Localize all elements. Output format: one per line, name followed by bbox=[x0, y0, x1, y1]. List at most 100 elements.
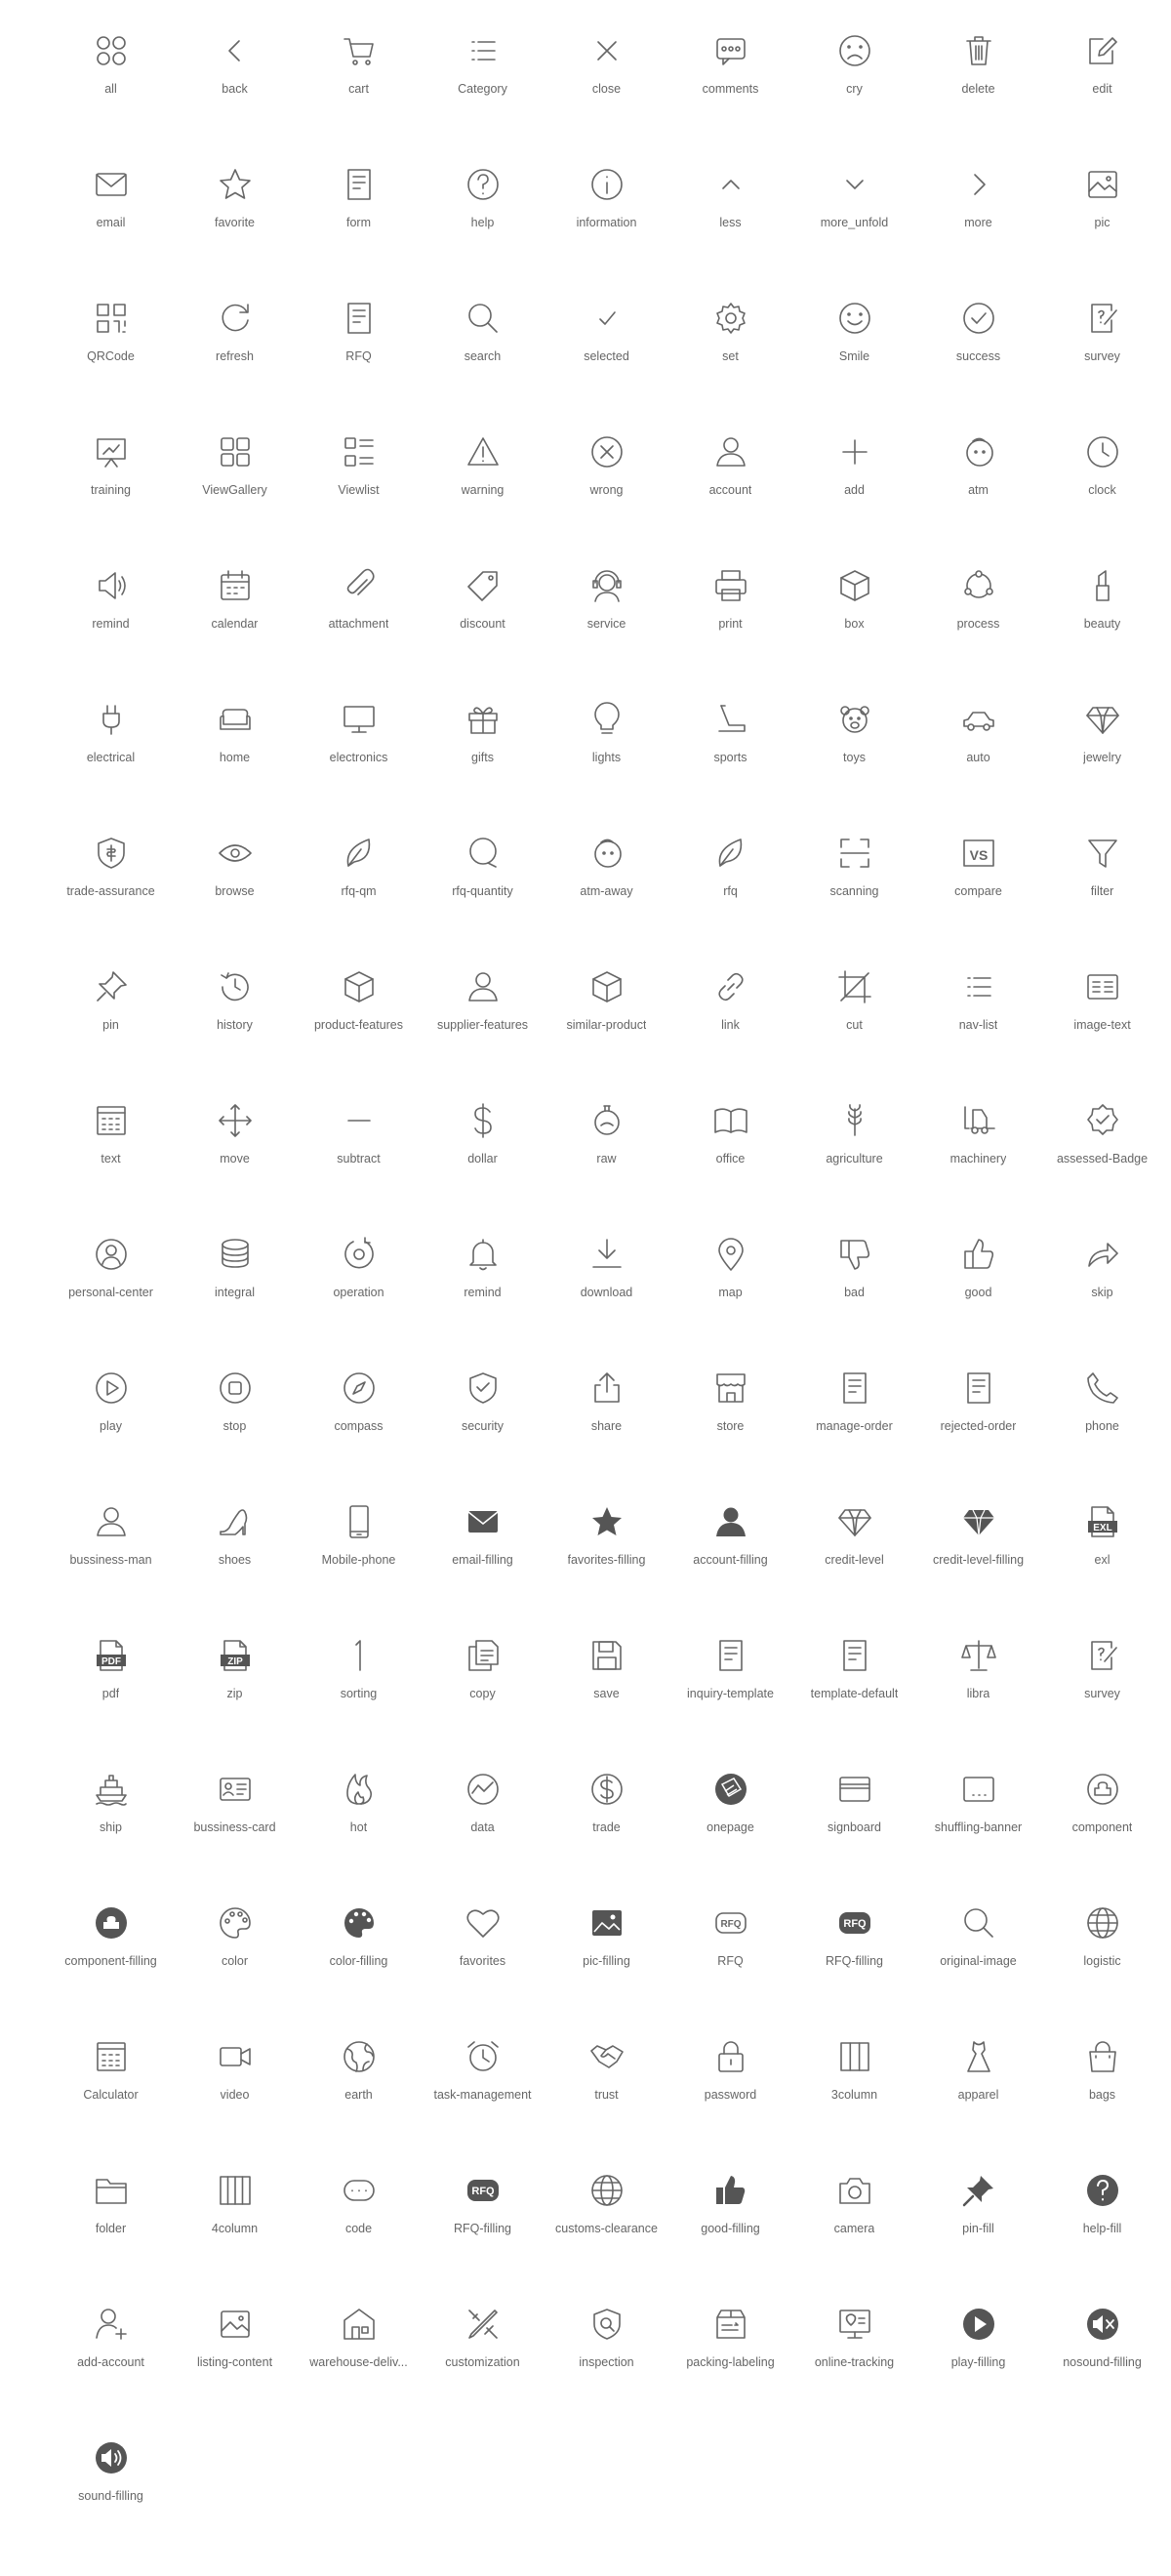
icon-tile[interactable]: dollar bbox=[421, 1070, 545, 1204]
icon-tile[interactable]: good bbox=[916, 1204, 1040, 1337]
icon-tile[interactable]: add bbox=[792, 401, 916, 535]
icon-tile[interactable]: add-account bbox=[49, 2273, 173, 2407]
icon-tile[interactable]: raw bbox=[545, 1070, 668, 1204]
icon-tile[interactable]: sound-filling bbox=[49, 2407, 173, 2541]
icon-tile[interactable]: delete bbox=[916, 0, 1040, 134]
icon-tile[interactable]: close bbox=[545, 0, 668, 134]
icon-tile[interactable]: account-filling bbox=[668, 1471, 792, 1605]
icon-tile[interactable]: inquiry-template bbox=[668, 1605, 792, 1738]
icon-tile[interactable]: agriculture bbox=[792, 1070, 916, 1204]
icon-tile[interactable]: packing-labeling bbox=[668, 2273, 792, 2407]
icon-tile[interactable]: pic-filling bbox=[545, 1872, 668, 2006]
icon-tile[interactable]: password bbox=[668, 2006, 792, 2140]
icon-tile[interactable]: shuffling-banner bbox=[916, 1738, 1040, 1872]
icon-tile[interactable]: atm-away bbox=[545, 802, 668, 936]
icon-tile[interactable]: warning bbox=[421, 401, 545, 535]
icon-tile[interactable]: cut bbox=[792, 936, 916, 1070]
icon-tile[interactable]: sorting bbox=[297, 1605, 421, 1738]
icon-tile[interactable]: email-filling bbox=[421, 1471, 545, 1605]
icon-tile[interactable]: rejected-order bbox=[916, 1337, 1040, 1471]
icon-tile[interactable]: original-image bbox=[916, 1872, 1040, 2006]
icon-tile[interactable]: EXL exl bbox=[1040, 1471, 1164, 1605]
icon-tile[interactable]: color bbox=[173, 1872, 297, 2006]
icon-tile[interactable]: warehouse-deliv... bbox=[297, 2273, 421, 2407]
icon-tile[interactable]: attachment bbox=[297, 535, 421, 669]
icon-tile[interactable]: Smile bbox=[792, 267, 916, 401]
icon-tile[interactable]: back bbox=[173, 0, 297, 134]
icon-tile[interactable]: play-filling bbox=[916, 2273, 1040, 2407]
icon-tile[interactable]: listing-content bbox=[173, 2273, 297, 2407]
icon-tile[interactable]: form bbox=[297, 134, 421, 267]
icon-tile[interactable]: cry bbox=[792, 0, 916, 134]
icon-tile[interactable]: home bbox=[173, 669, 297, 802]
icon-tile[interactable]: supplier-features bbox=[421, 936, 545, 1070]
icon-tile[interactable]: favorites bbox=[421, 1872, 545, 2006]
icon-tile[interactable]: stop bbox=[173, 1337, 297, 1471]
icon-tile[interactable]: RFQ RFQ bbox=[668, 1872, 792, 2006]
icon-tile[interactable]: beauty bbox=[1040, 535, 1164, 669]
icon-tile[interactable]: electronics bbox=[297, 669, 421, 802]
icon-tile[interactable]: box bbox=[792, 535, 916, 669]
icon-tile[interactable]: download bbox=[545, 1204, 668, 1337]
icon-tile[interactable]: atm bbox=[916, 401, 1040, 535]
icon-tile[interactable]: trade bbox=[545, 1738, 668, 1872]
icon-tile[interactable]: training bbox=[49, 401, 173, 535]
icon-tile[interactable]: trade-assurance bbox=[49, 802, 173, 936]
icon-tile[interactable]: compass bbox=[297, 1337, 421, 1471]
icon-tile[interactable]: account bbox=[668, 401, 792, 535]
icon-tile[interactable]: hot bbox=[297, 1738, 421, 1872]
icon-tile[interactable]: favorite bbox=[173, 134, 297, 267]
icon-tile[interactable]: RFQ RFQ-filling bbox=[421, 2140, 545, 2273]
icon-tile[interactable]: RFQ RFQ-filling bbox=[792, 1872, 916, 2006]
icon-tile[interactable]: save bbox=[545, 1605, 668, 1738]
icon-tile[interactable]: camera bbox=[792, 2140, 916, 2273]
icon-tile[interactable]: rfq-quantity bbox=[421, 802, 545, 936]
icon-tile[interactable]: security bbox=[421, 1337, 545, 1471]
icon-tile[interactable]: bussiness-card bbox=[173, 1738, 297, 1872]
icon-tile[interactable]: toys bbox=[792, 669, 916, 802]
icon-tile[interactable]: skip bbox=[1040, 1204, 1164, 1337]
icon-tile[interactable]: template-default bbox=[792, 1605, 916, 1738]
icon-tile[interactable]: print bbox=[668, 535, 792, 669]
icon-tile[interactable]: jewelry bbox=[1040, 669, 1164, 802]
icon-tile[interactable]: earth bbox=[297, 2006, 421, 2140]
icon-tile[interactable]: survey bbox=[1040, 267, 1164, 401]
icon-tile[interactable]: QRCode bbox=[49, 267, 173, 401]
icon-tile[interactable]: browse bbox=[173, 802, 297, 936]
icon-tile[interactable]: video bbox=[173, 2006, 297, 2140]
icon-tile[interactable]: onepage bbox=[668, 1738, 792, 1872]
icon-tile[interactable]: history bbox=[173, 936, 297, 1070]
icon-tile[interactable]: component-filling bbox=[49, 1872, 173, 2006]
icon-tile[interactable]: electrical bbox=[49, 669, 173, 802]
icon-tile[interactable]: text bbox=[49, 1070, 173, 1204]
icon-tile[interactable]: lights bbox=[545, 669, 668, 802]
icon-tile[interactable]: office bbox=[668, 1070, 792, 1204]
icon-tile[interactable]: cart bbox=[297, 0, 421, 134]
icon-tile[interactable]: task-management bbox=[421, 2006, 545, 2140]
icon-tile[interactable]: discount bbox=[421, 535, 545, 669]
icon-tile[interactable]: success bbox=[916, 267, 1040, 401]
icon-tile[interactable]: apparel bbox=[916, 2006, 1040, 2140]
icon-tile[interactable]: map bbox=[668, 1204, 792, 1337]
icon-tile[interactable]: search bbox=[421, 267, 545, 401]
icon-tile[interactable]: share bbox=[545, 1337, 668, 1471]
icon-tile[interactable]: help-fill bbox=[1040, 2140, 1164, 2273]
icon-tile[interactable]: good-filling bbox=[668, 2140, 792, 2273]
icon-tile[interactable]: operation bbox=[297, 1204, 421, 1337]
icon-tile[interactable]: component bbox=[1040, 1738, 1164, 1872]
icon-tile[interactable]: rfq-qm bbox=[297, 802, 421, 936]
icon-tile[interactable]: pin-fill bbox=[916, 2140, 1040, 2273]
icon-tile[interactable]: all bbox=[49, 0, 173, 134]
icon-tile[interactable]: gifts bbox=[421, 669, 545, 802]
icon-tile[interactable]: Category bbox=[421, 0, 545, 134]
icon-tile[interactable]: nav-list bbox=[916, 936, 1040, 1070]
icon-tile[interactable]: information bbox=[545, 134, 668, 267]
icon-tile[interactable]: link bbox=[668, 936, 792, 1070]
icon-tile[interactable]: edit bbox=[1040, 0, 1164, 134]
icon-tile[interactable]: subtract bbox=[297, 1070, 421, 1204]
icon-tile[interactable]: assessed-Badge bbox=[1040, 1070, 1164, 1204]
icon-tile[interactable]: trust bbox=[545, 2006, 668, 2140]
icon-tile[interactable]: ViewGallery bbox=[173, 401, 297, 535]
icon-tile[interactable]: shoes bbox=[173, 1471, 297, 1605]
icon-tile[interactable]: service bbox=[545, 535, 668, 669]
